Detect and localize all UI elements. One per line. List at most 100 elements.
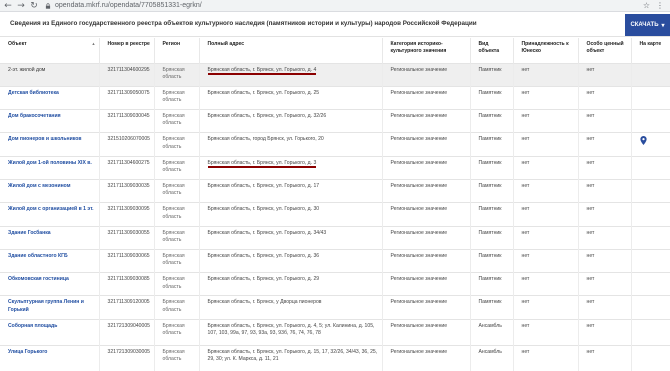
forward-icon[interactable]: → bbox=[16, 1, 26, 11]
table-row[interactable]: Жилой дом с организацией в 1 эт. 32171130… bbox=[0, 202, 670, 227]
region-cell-text: Брянская область bbox=[162, 66, 185, 80]
object-cell[interactable]: Жилой дом с мезонином bbox=[0, 178, 100, 203]
object-cell-text: Жилой дом 1-ой половины XIX в. bbox=[8, 159, 92, 166]
region-cell-text: Брянская область bbox=[162, 113, 185, 127]
address-cell-text: Брянская область, г. Брянск, у Дворца пи… bbox=[207, 299, 322, 306]
type-cell-text: Ансамбль bbox=[478, 348, 502, 355]
object-cell[interactable]: Обкомовская гостиница bbox=[0, 272, 100, 296]
type-cell-text: Памятник bbox=[478, 299, 502, 306]
category-cell: Региональное значение bbox=[382, 225, 471, 250]
table-row[interactable]: Соборная площадь 321721309040005 Брянская … bbox=[0, 318, 670, 346]
valuable-cell: нет bbox=[578, 62, 632, 87]
object-cell[interactable]: Здание областного КГБ bbox=[0, 248, 100, 273]
table-header-row: Объект ▲ Номер в реестре Регион Полный ад… bbox=[0, 38, 670, 63]
object-cell-text: Улица Горького bbox=[8, 348, 48, 355]
object-cell[interactable]: Дом пионеров и школьников bbox=[0, 132, 100, 157]
object-cell[interactable]: Улица Горького bbox=[0, 344, 100, 371]
object-cell[interactable]: Детская библиотека bbox=[0, 85, 100, 110]
column-header-map[interactable]: На карте bbox=[631, 38, 670, 63]
object-cell[interactable]: Жилой дом 1-ой половины XIX в. bbox=[0, 155, 100, 180]
valuable-cell: нет bbox=[578, 344, 632, 371]
reg-number-cell-text: 321711309120005 bbox=[107, 299, 150, 306]
region-cell-text: Брянская область bbox=[162, 159, 185, 174]
reg-number-cell-text: 321721309040005 bbox=[107, 322, 151, 329]
column-header-type[interactable]: Вид объекта bbox=[470, 38, 514, 63]
valuable-cell-text: нет bbox=[586, 89, 595, 96]
page-title: Сведения из Единого государственного рее… bbox=[10, 20, 477, 27]
region-cell-text: Брянская область bbox=[162, 299, 185, 313]
object-cell[interactable]: Скульптурная группа Ленин и Горький bbox=[0, 295, 100, 320]
column-header-reg-number[interactable]: Номер в реестре bbox=[99, 38, 155, 63]
table-row[interactable]: Здание Госбанка 321711309030055 Брянская о… bbox=[0, 225, 670, 250]
column-header-category[interactable]: Категория историко-культурного значения bbox=[382, 38, 471, 63]
category-cell-text: Региональное значение bbox=[390, 206, 448, 213]
sort-icon[interactable]: ▲ bbox=[92, 41, 96, 46]
download-button[interactable]: СКАЧАТЬ ▾ bbox=[625, 14, 670, 36]
table-row[interactable]: Здание областного КГБ 321711309030065 Брян… bbox=[0, 248, 670, 273]
object-cell-text: Дом пионеров и школьников bbox=[8, 136, 82, 143]
table-row[interactable]: 2-эт. жилой дом 321711304600295 Брянская о… bbox=[0, 62, 670, 87]
object-cell[interactable]: Жилой дом с организацией в 1 эт. bbox=[0, 202, 100, 227]
object-cell[interactable]: Здание Госбанка bbox=[0, 225, 100, 250]
column-header-valuable[interactable]: Особо ценный объект bbox=[578, 38, 632, 63]
column-header-address[interactable]: Полный адрес bbox=[199, 38, 383, 63]
reg-number-cell-text: 321711304600295 bbox=[107, 66, 150, 73]
reg-number-cell: 321711309030035 bbox=[99, 178, 155, 203]
unesco-cell: нет bbox=[513, 248, 579, 273]
valuable-cell: нет bbox=[578, 318, 632, 346]
table-row[interactable]: Жилой дом с мезонином 321711309030035 Брян… bbox=[0, 178, 670, 203]
category-cell-text: Региональное значение bbox=[390, 252, 448, 259]
region-cell-text: Брянская область bbox=[162, 276, 185, 290]
back-icon[interactable]: ← bbox=[3, 1, 13, 11]
table-row[interactable]: Обкомовская гостиница 321711309030085 Брян… bbox=[0, 272, 670, 296]
column-header-region[interactable]: Регион bbox=[154, 38, 200, 63]
category-cell: Региональное значение bbox=[382, 318, 471, 346]
object-cell[interactable]: Соборная площадь bbox=[0, 318, 100, 346]
region-cell: Брянская область bbox=[154, 248, 200, 273]
valuable-cell-text: нет bbox=[586, 159, 595, 166]
address-cell: Брянская область, г. Брянск, ул. Горьког… bbox=[199, 62, 383, 87]
column-header-object[interactable]: Объект ▲ bbox=[0, 38, 100, 63]
valuable-cell-text: нет bbox=[586, 348, 595, 355]
valuable-cell-text: нет bbox=[586, 206, 595, 213]
valuable-cell-text: нет bbox=[586, 252, 595, 259]
address-cell: Брянская область, г. Брянск, ул. Горьког… bbox=[199, 85, 383, 110]
region-cell-text: Брянская область bbox=[162, 182, 185, 197]
reg-number-cell: 321510206070005 bbox=[99, 132, 155, 157]
address-bar[interactable]: opendata.mkrf.ru/opendata/7705851331-egr… bbox=[45, 1, 345, 10]
map-cell bbox=[631, 178, 670, 203]
reg-number-cell: 321721309030005 bbox=[99, 344, 155, 371]
object-cell-text: Здание Госбанка bbox=[8, 229, 51, 236]
map-pin-icon[interactable] bbox=[639, 136, 647, 146]
type-cell: Памятник bbox=[470, 248, 514, 273]
object-cell-text: Скульптурная группа Ленин и Горький bbox=[8, 299, 84, 313]
type-cell: Ансамбль bbox=[470, 318, 514, 346]
address-cell-text: Брянская область, г. Брянск, ул. Горьког… bbox=[207, 206, 320, 213]
object-cell[interactable]: 2-эт. жилой дом bbox=[0, 62, 100, 87]
object-cell-text: Детская библиотека bbox=[8, 89, 59, 96]
valuable-cell: нет bbox=[578, 155, 632, 180]
address-cell: Брянская область, г. Брянск, ул. Горьког… bbox=[199, 178, 383, 203]
valuable-cell-text: нет bbox=[586, 322, 595, 329]
table-row[interactable]: Улица Горького 321721309030005 Брянская об… bbox=[0, 344, 670, 371]
unesco-cell: нет bbox=[513, 344, 579, 371]
column-header-unesco[interactable]: Принадлежность к Юнеско bbox=[513, 38, 579, 63]
table-row[interactable]: Скульптурная группа Ленин и Горький 32171… bbox=[0, 295, 670, 320]
table-row[interactable]: Дом бракосочетания 321711309030045 Брянска… bbox=[0, 109, 670, 133]
category-cell-text: Региональное значение bbox=[390, 276, 448, 283]
reg-number-cell: 321711309030085 bbox=[99, 272, 155, 296]
reload-icon[interactable]: ↻ bbox=[29, 1, 39, 11]
address-cell: Брянская область, г. Брянск, у Дворца пи… bbox=[199, 295, 383, 320]
type-cell: Ансамбль bbox=[470, 344, 514, 371]
valuable-cell: нет bbox=[578, 272, 632, 296]
table-row[interactable]: Жилой дом 1-ой половины XIX в. 3217113046… bbox=[0, 155, 670, 180]
table-row[interactable]: Дом пионеров и школьников 321510206070005… bbox=[0, 132, 670, 157]
menu-icon[interactable]: ⋮ bbox=[656, 1, 664, 10]
object-cell-text: 2-эт. жилой дом bbox=[8, 66, 46, 73]
object-cell[interactable]: Дом бракосочетания bbox=[0, 109, 100, 133]
map-cell bbox=[631, 132, 670, 157]
bookmark-star-icon[interactable]: ☆ bbox=[643, 1, 650, 10]
region-cell: Брянская область bbox=[154, 109, 200, 133]
table-row[interactable]: Детская библиотека 321711309050075 Брянска… bbox=[0, 85, 670, 110]
unesco-cell: нет bbox=[513, 178, 579, 203]
